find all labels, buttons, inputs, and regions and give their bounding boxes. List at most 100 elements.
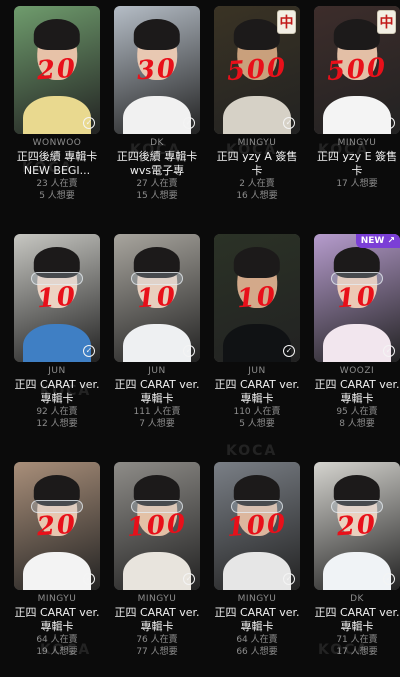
member-name: MINGYU bbox=[237, 138, 277, 148]
photo-figure-body bbox=[222, 95, 292, 134]
handwritten-price: 10 bbox=[135, 281, 179, 315]
photo-figure-body bbox=[222, 551, 292, 590]
card-title[interactable]: 正四後續 專輯卡 wvs電子專 bbox=[112, 150, 202, 178]
card-title[interactable]: 正四 CARAT ver. 專輯卡 bbox=[212, 378, 302, 406]
check-circle-icon[interactable]: ✓ bbox=[383, 117, 395, 129]
photocard-item[interactable]: 10 ✓ JUN 正四 CARAT ver. 專輯卡 92 人在賣 12 人想要 bbox=[12, 234, 102, 462]
photocard-image[interactable]: 10 ✓ bbox=[114, 234, 200, 362]
handwritten-price: 30 bbox=[135, 53, 179, 87]
mahjong-tile-icon: 中 bbox=[277, 10, 296, 34]
photocard-item[interactable]: NEW ↗ 10 ✓ WOOZI 正四 CARAT ver. 專輯卡 95 人在賣 8 人想… bbox=[312, 234, 400, 462]
new-badge: NEW ↗ bbox=[355, 234, 400, 248]
photocard-image[interactable]: 20 ✓ bbox=[14, 6, 100, 134]
wanted-count: 8 人想要 bbox=[339, 419, 375, 429]
selling-count: 95 人在賣 bbox=[336, 407, 378, 417]
photocard-item[interactable]: 20 ✓ WONWOO 正四後續 專輯卡 NEW BEGI... 23 人在賣 5 人想要 bbox=[12, 6, 102, 234]
photocard-item[interactable]: 20 ✓ MINGYU 正四 CARAT ver. 專輯卡 64 人在賣 19 人想要 bbox=[12, 462, 102, 677]
wanted-count: 16 人想要 bbox=[236, 191, 278, 201]
check-circle-icon[interactable]: ✓ bbox=[83, 117, 95, 129]
check-circle-icon[interactable]: ✓ bbox=[183, 117, 195, 129]
handwritten-price: 10 bbox=[335, 281, 379, 315]
card-title[interactable]: 正四 CARAT ver. 專輯卡 bbox=[312, 378, 400, 406]
wanted-count: 7 人想要 bbox=[139, 419, 175, 429]
photocard-item[interactable]: 中 500 ✓ MINGYU 正四 yzy A 簽售卡 2 人在賣 16 人想要 bbox=[212, 6, 302, 234]
photo-figure-body bbox=[322, 95, 392, 134]
photocard-image[interactable]: 中 500 ✓ bbox=[214, 6, 300, 134]
photocard-image[interactable]: 10 ✓ bbox=[214, 234, 300, 362]
check-circle-icon[interactable]: ✓ bbox=[383, 573, 395, 585]
photo-figure-body bbox=[122, 323, 192, 362]
selling-count: 71 人在賣 bbox=[336, 635, 378, 645]
check-circle-icon[interactable]: ✓ bbox=[183, 345, 195, 357]
photocard-image[interactable]: 中 500 ✓ bbox=[314, 6, 400, 134]
photo-figure-hair bbox=[33, 18, 81, 50]
wanted-count: 17 人想要 bbox=[336, 179, 378, 189]
card-title[interactable]: 正四 CARAT ver. 專輯卡 bbox=[312, 606, 400, 634]
photo-figure-body bbox=[22, 95, 92, 134]
photo-figure-hair bbox=[333, 18, 381, 50]
card-title[interactable]: 正四 CARAT ver. 專輯卡 bbox=[112, 378, 202, 406]
photocard-item[interactable]: 10 ✓ JUN 正四 CARAT ver. 專輯卡 111 人在賣 7 人想要 bbox=[112, 234, 202, 462]
member-name: DK bbox=[350, 594, 364, 604]
photocard-item[interactable]: 20 ✓ DK 正四 CARAT ver. 專輯卡 71 人在賣 17 人想要 bbox=[312, 462, 400, 677]
photocard-image[interactable]: 30 ✓ bbox=[114, 6, 200, 134]
member-name: WONWOO bbox=[32, 138, 82, 148]
photocard-image[interactable]: 20 ✓ bbox=[14, 462, 100, 590]
card-title[interactable]: 正四 CARAT ver. 專輯卡 bbox=[212, 606, 302, 634]
handwritten-price: 10 bbox=[35, 281, 79, 315]
wanted-count: 15 人想要 bbox=[136, 191, 178, 201]
handwritten-price: 100 bbox=[225, 508, 289, 544]
handwritten-price: 100 bbox=[125, 508, 189, 544]
photocard-item[interactable]: 100 ✓ MINGYU 正四 CARAT ver. 專輯卡 76 人在賣 77 人想要 bbox=[112, 462, 202, 677]
card-title[interactable]: 正四 CARAT ver. 專輯卡 bbox=[112, 606, 202, 634]
photo-figure-hair bbox=[233, 246, 281, 278]
member-name: JUN bbox=[148, 366, 166, 376]
check-circle-icon[interactable]: ✓ bbox=[283, 345, 295, 357]
photocard-grid: 20 ✓ WONWOO 正四後續 專輯卡 NEW BEGI... 23 人在賣 5 人想要… bbox=[0, 0, 400, 677]
photo-figure-body bbox=[122, 95, 192, 134]
check-circle-icon[interactable]: ✓ bbox=[383, 345, 395, 357]
card-title[interactable]: 正四後續 專輯卡 NEW BEGI... bbox=[12, 150, 102, 178]
handwritten-price: 20 bbox=[35, 509, 79, 543]
check-circle-icon[interactable]: ✓ bbox=[83, 345, 95, 357]
mahjong-tile-icon: 中 bbox=[377, 10, 396, 34]
wanted-count: 77 人想要 bbox=[136, 647, 178, 657]
handwritten-price: 20 bbox=[335, 509, 379, 543]
selling-count: 111 人在賣 bbox=[133, 407, 181, 417]
handwritten-price: 500 bbox=[325, 52, 389, 88]
photocard-image[interactable]: NEW ↗ 10 ✓ bbox=[314, 234, 400, 362]
card-title[interactable]: 正四 yzy E 簽售卡 bbox=[312, 150, 400, 178]
member-name: WOOZI bbox=[339, 366, 375, 376]
handwritten-price: 10 bbox=[235, 281, 279, 315]
photocard-image[interactable]: 20 ✓ bbox=[314, 462, 400, 590]
check-circle-icon[interactable]: ✓ bbox=[183, 573, 195, 585]
card-title[interactable]: 正四 yzy A 簽售卡 bbox=[212, 150, 302, 178]
selling-count: 27 人在賣 bbox=[136, 179, 178, 189]
wanted-count: 5 人想要 bbox=[39, 191, 75, 201]
photocard-image[interactable]: 100 ✓ bbox=[114, 462, 200, 590]
photocard-item[interactable]: 100 ✓ MINGYU 正四 CARAT ver. 專輯卡 64 人在賣 66 人想要 bbox=[212, 462, 302, 677]
selling-count: 110 人在賣 bbox=[233, 407, 281, 417]
member-name: MINGYU bbox=[37, 594, 77, 604]
check-circle-icon[interactable]: ✓ bbox=[283, 117, 295, 129]
photocard-item[interactable]: 10 ✓ JUN 正四 CARAT ver. 專輯卡 110 人在賣 5 人想要 bbox=[212, 234, 302, 462]
wanted-count: 12 人想要 bbox=[36, 419, 78, 429]
photocard-image[interactable]: 100 ✓ bbox=[214, 462, 300, 590]
card-title[interactable]: 正四 CARAT ver. 專輯卡 bbox=[12, 378, 102, 406]
member-name: JUN bbox=[248, 366, 266, 376]
photo-figure-body bbox=[222, 323, 292, 362]
photo-figure-hair bbox=[233, 18, 281, 50]
wanted-count: 17 人想要 bbox=[336, 647, 378, 657]
photocard-item[interactable]: 30 ✓ DK 正四後續 專輯卡 wvs電子專 27 人在賣 15 人想要 bbox=[112, 6, 202, 234]
photocard-item[interactable]: 中 500 ✓ MINGYU 正四 yzy E 簽售卡 17 人想要 bbox=[312, 6, 400, 234]
member-name: MINGYU bbox=[237, 594, 277, 604]
wanted-count: 5 人想要 bbox=[239, 419, 275, 429]
photocard-image[interactable]: 10 ✓ bbox=[14, 234, 100, 362]
photo-figure-body bbox=[322, 323, 392, 362]
check-circle-icon[interactable]: ✓ bbox=[283, 573, 295, 585]
photo-figure-body bbox=[122, 551, 192, 590]
check-circle-icon[interactable]: ✓ bbox=[83, 573, 95, 585]
member-name: MINGYU bbox=[337, 138, 377, 148]
card-title[interactable]: 正四 CARAT ver. 專輯卡 bbox=[12, 606, 102, 634]
photo-figure-body bbox=[22, 551, 92, 590]
